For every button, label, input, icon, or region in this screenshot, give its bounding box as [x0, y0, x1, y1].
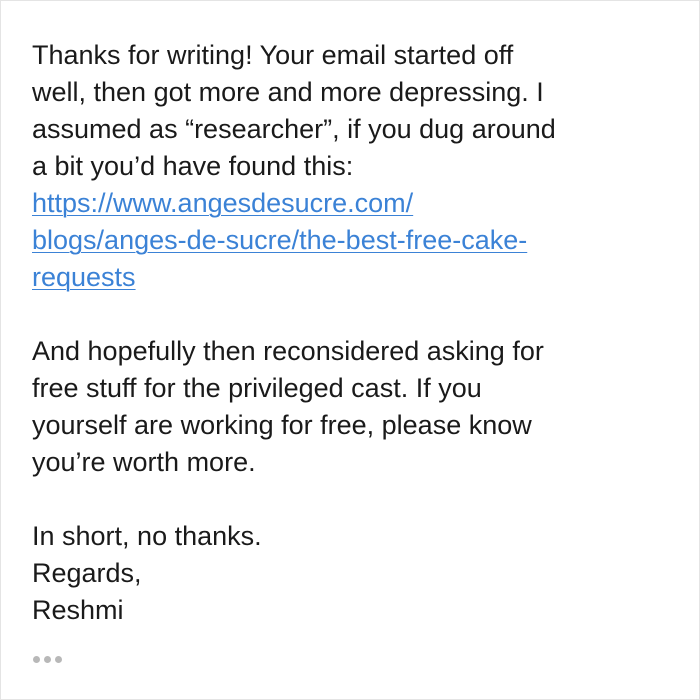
ellipsis-dot	[33, 656, 40, 663]
signature: Reshmi	[32, 595, 124, 625]
closing-line: In short, no thanks.	[32, 521, 262, 551]
ellipsis-dot	[44, 656, 51, 663]
ellipsis-dot	[55, 656, 62, 663]
sign-off: Regards,	[32, 558, 142, 588]
message-line: free stuff for the privileged cast. If y…	[32, 373, 482, 403]
message-line: Thanks for writing! Your email started o…	[32, 40, 514, 70]
blog-link-line[interactable]: blogs/anges-de-sucre/the-best-free-cake-	[32, 222, 672, 259]
message-line: you’re worth more.	[32, 447, 256, 477]
email-message-view: Thanks for writing! Your email started o…	[0, 0, 700, 700]
blog-link-line[interactable]: requests	[32, 259, 672, 296]
message-line: And hopefully then reconsidered asking f…	[32, 336, 544, 366]
blog-link-line[interactable]: https://www.angesdesucre.com/	[32, 185, 672, 222]
message-line: well, then got more and more depressing.…	[32, 77, 544, 107]
ellipsis-icon[interactable]	[33, 656, 62, 663]
email-body: Thanks for writing! Your email started o…	[32, 37, 672, 629]
message-line: assumed as “researcher”, if you dug arou…	[32, 114, 556, 144]
message-line: yourself are working for free, please kn…	[32, 410, 532, 440]
blog-link[interactable]: blogs/anges-de-sucre/the-best-free-cake-	[32, 225, 527, 255]
message-line: a bit you’d have found this:	[32, 151, 354, 181]
blog-link[interactable]: https://www.angesdesucre.com/	[32, 188, 413, 218]
blog-link[interactable]: requests	[32, 262, 136, 292]
